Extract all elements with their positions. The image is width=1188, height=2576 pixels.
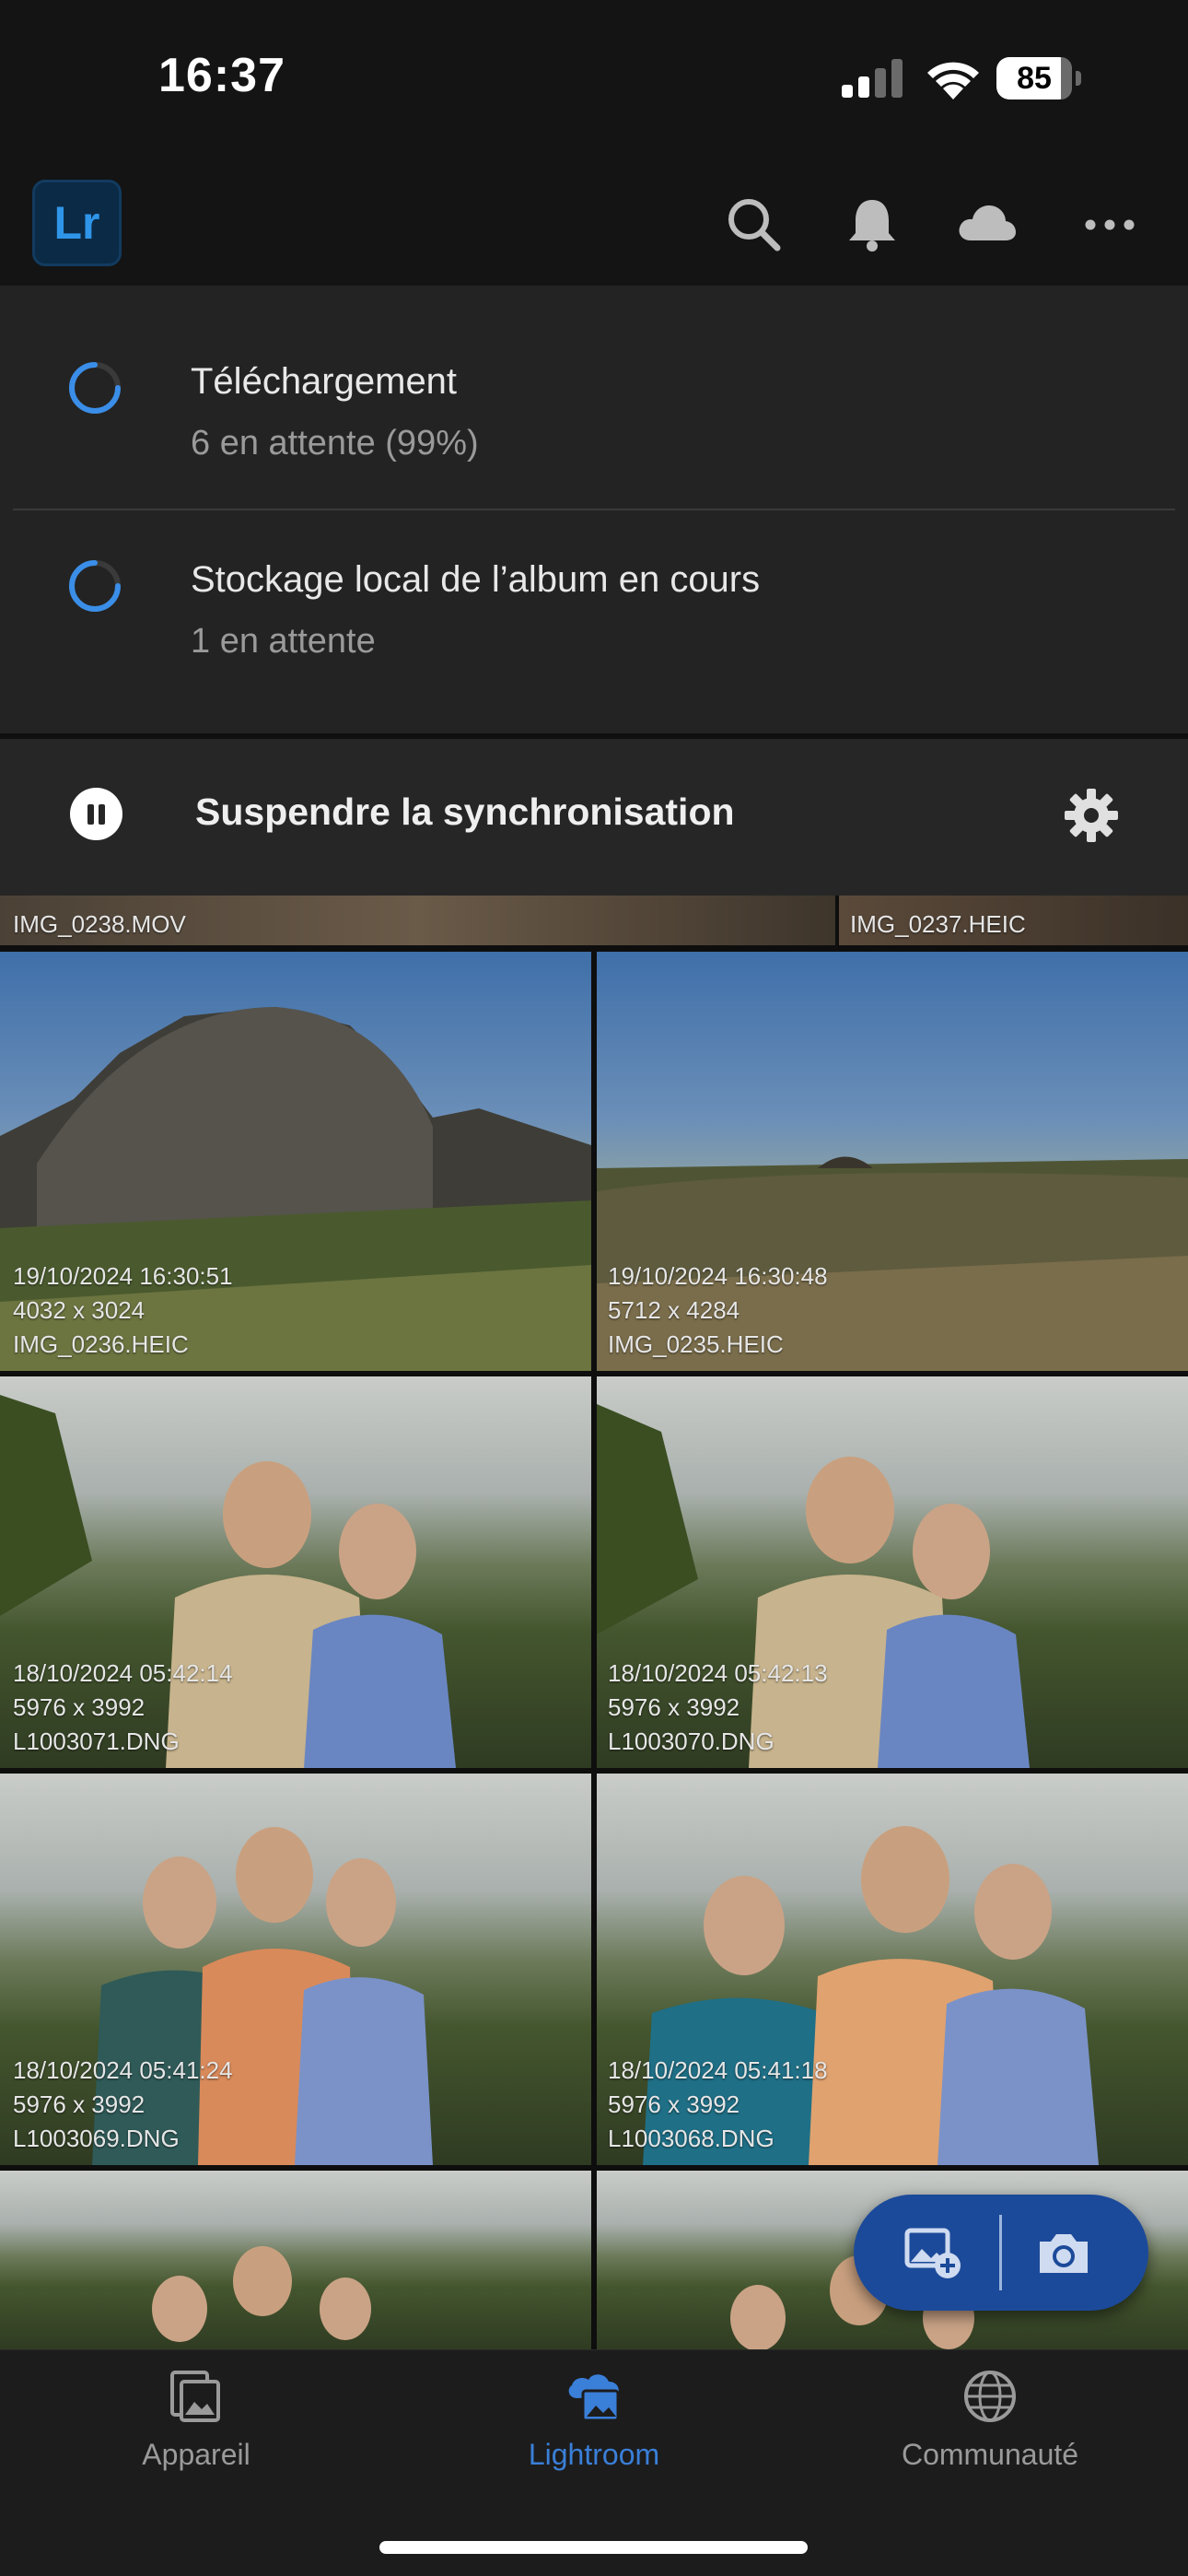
photo-dimensions: 5976 x 3992 bbox=[13, 2090, 146, 2118]
sync-item-upload: Téléchargement 6 en attente (99%) bbox=[0, 286, 1188, 484]
battery-level: 85 bbox=[1017, 61, 1052, 96]
photo-filename: L1003068.DNG bbox=[608, 2125, 775, 2152]
sync-item-subtitle: 1 en attente bbox=[191, 622, 376, 661]
lightroom-logo[interactable]: Lr bbox=[32, 180, 122, 266]
photo-dimensions: 4032 x 3024 bbox=[13, 1296, 146, 1324]
photo-filename: IMG_0238.MOV bbox=[13, 910, 186, 938]
photo-tile[interactable]: 19/10/2024 16:30:51 4032 x 3024 IMG_0236… bbox=[0, 952, 591, 1371]
photo-filename: L1003069.DNG bbox=[13, 2125, 180, 2152]
photo-tile[interactable]: IMG_0238.MOV bbox=[0, 896, 835, 945]
nav-tab-lightroom[interactable]: Lightroom bbox=[456, 2350, 732, 2535]
photo-tile[interactable]: 18/10/2024 05:41:24 5976 x 3992 L1003069… bbox=[0, 1774, 591, 2165]
photo-tile[interactable]: 18/10/2024 05:41:18 5976 x 3992 L1003068… bbox=[597, 1774, 1188, 2165]
device-photos-icon bbox=[170, 2371, 220, 2422]
nav-label: Appareil bbox=[142, 2438, 250, 2471]
photo-tile[interactable]: IMG_0237.HEIC bbox=[839, 896, 1188, 945]
photo-filename: L1003071.DNG bbox=[13, 1727, 180, 1755]
photo-metadata: 18/10/2024 05:41:18 5976 x 3992 L1003068… bbox=[608, 2054, 828, 2156]
divider bbox=[13, 509, 1175, 510]
photo-dimensions: 5976 x 3992 bbox=[13, 1693, 146, 1721]
progress-spinner-icon bbox=[69, 560, 121, 612]
photo-filename: L1003070.DNG bbox=[608, 1727, 775, 1755]
sync-item-subtitle: 6 en attente (99%) bbox=[191, 424, 479, 463]
status-bar: 16:37 85 bbox=[0, 0, 1188, 161]
photo-group bbox=[152, 2246, 371, 2342]
photo-dimensions: 5976 x 3992 bbox=[608, 2090, 740, 2118]
photo-grid: IMG_0238.MOV IMG_0237.HEIC 19/10/2024 16… bbox=[0, 896, 1188, 2349]
photo-metadata: 18/10/2024 05:42:13 5976 x 3992 L1003070… bbox=[608, 1657, 828, 1759]
photo-metadata: 18/10/2024 05:42:14 5976 x 3992 L1003071… bbox=[13, 1657, 233, 1759]
bell-icon[interactable] bbox=[840, 193, 904, 257]
photo-tile[interactable]: 19/10/2024 16:30:48 5712 x 4284 IMG_0235… bbox=[597, 952, 1188, 1371]
cloud-icon[interactable] bbox=[954, 193, 1019, 257]
photo-dimensions: 5976 x 3992 bbox=[608, 1693, 740, 1721]
nav-tab-community[interactable]: Communauté bbox=[852, 2350, 1128, 2535]
photo-metadata: 19/10/2024 16:30:48 5712 x 4284 IMG_0235… bbox=[608, 1259, 828, 1362]
pause-icon[interactable] bbox=[70, 788, 122, 840]
cellular-signal-icon bbox=[842, 59, 903, 98]
photo-tile[interactable] bbox=[0, 2171, 591, 2349]
add-photo-icon[interactable] bbox=[903, 2225, 962, 2280]
photo-date: 18/10/2024 05:42:14 bbox=[13, 1659, 233, 1687]
suspend-sync-label[interactable]: Suspendre la synchronisation bbox=[195, 790, 735, 834]
clock: 16:37 bbox=[158, 49, 285, 102]
photo-filename: IMG_0237.HEIC bbox=[850, 910, 1026, 938]
photo-tile[interactable]: 18/10/2024 05:42:14 5976 x 3992 L1003071… bbox=[0, 1376, 591, 1768]
lightroom-cloud-icon bbox=[568, 2374, 620, 2422]
divider bbox=[999, 2215, 1002, 2290]
camera-icon[interactable] bbox=[1034, 2225, 1093, 2280]
photo-dimensions: 5712 x 4284 bbox=[608, 1296, 740, 1324]
photo-filename: IMG_0235.HEIC bbox=[608, 1330, 784, 1358]
more-icon[interactable] bbox=[1077, 193, 1142, 257]
gear-icon[interactable] bbox=[1063, 787, 1120, 844]
sync-item-title: Stockage local de l’album en cours bbox=[191, 559, 761, 600]
photo-date: 19/10/2024 16:30:51 bbox=[13, 1262, 233, 1290]
photo-date: 19/10/2024 16:30:48 bbox=[608, 1262, 828, 1290]
wifi-icon bbox=[927, 62, 979, 100]
search-icon[interactable] bbox=[722, 193, 786, 257]
battery-indicator: 85 bbox=[996, 57, 1081, 100]
nav-label: Lightroom bbox=[528, 2438, 660, 2471]
progress-spinner-icon bbox=[69, 362, 121, 414]
nav-label: Communauté bbox=[901, 2438, 1079, 2471]
sync-status-panel: Téléchargement 6 en attente (99%) Stocka… bbox=[0, 286, 1188, 735]
photo-filename: IMG_0236.HEIC bbox=[13, 1330, 189, 1358]
photo-date: 18/10/2024 05:42:13 bbox=[608, 1659, 828, 1687]
home-indicator[interactable] bbox=[379, 2541, 808, 2554]
app-header: Lr bbox=[0, 161, 1188, 286]
photo-date: 18/10/2024 05:41:18 bbox=[608, 2056, 828, 2084]
suspend-sync-bar[interactable]: Suspendre la synchronisation bbox=[0, 739, 1188, 896]
photo-date: 18/10/2024 05:41:24 bbox=[13, 2056, 233, 2084]
sync-item-title: Téléchargement bbox=[191, 361, 458, 402]
photo-tile[interactable]: 18/10/2024 05:42:13 5976 x 3992 L1003070… bbox=[597, 1376, 1188, 1768]
globe-icon bbox=[964, 2371, 1016, 2422]
sync-item-album-storage: Stockage local de l’album en cours 1 en … bbox=[0, 511, 1188, 709]
photo-metadata: 19/10/2024 16:30:51 4032 x 3024 IMG_0236… bbox=[13, 1259, 233, 1362]
photo-metadata: 18/10/2024 05:41:24 5976 x 3992 L1003069… bbox=[13, 2054, 233, 2156]
add-media-fab[interactable] bbox=[854, 2195, 1148, 2311]
nav-tab-device[interactable]: Appareil bbox=[58, 2350, 334, 2535]
